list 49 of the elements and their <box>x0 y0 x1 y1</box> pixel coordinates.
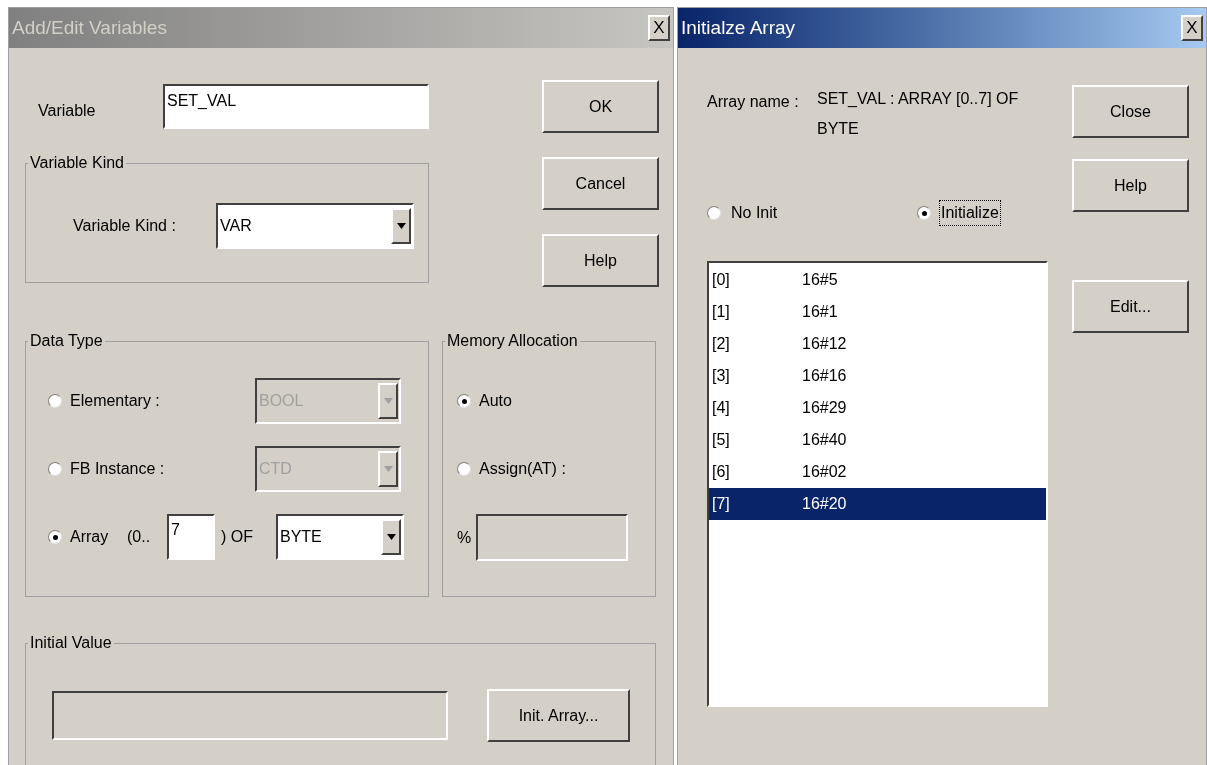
list-item[interactable]: [6] 16#02 <box>709 456 1046 488</box>
radio-label: No Init <box>730 203 779 223</box>
array-name-value: SET_VAL : ARRAY [0..7] OF BYTE <box>817 89 1020 139</box>
group-title: Data Type <box>29 331 104 351</box>
list-item[interactable]: [7] 16#20 <box>709 488 1046 520</box>
radio-label: FB Instance : <box>70 459 166 479</box>
dialog-button[interactable]: OK <box>542 80 659 133</box>
radio-label: Assign(AT) : <box>479 459 566 479</box>
dropdown[interactable]: BYTE <box>276 514 404 560</box>
title-bar-x-button[interactable]: X <box>648 15 670 41</box>
radio-button[interactable] <box>917 206 931 220</box>
radio-button[interactable] <box>48 530 62 544</box>
title-bar-x-button[interactable]: X <box>1181 15 1203 41</box>
radio-label: Auto <box>479 391 512 411</box>
list-item[interactable]: [0] 16#5 <box>709 264 1046 296</box>
array-name-label: Array name : <box>707 92 800 112</box>
input-field[interactable]: SET_VAL <box>163 84 429 129</box>
radio-label: Initialize <box>939 200 1001 226</box>
radio-button[interactable] <box>457 394 471 408</box>
list-item[interactable]: [2] 16#12 <box>709 328 1046 360</box>
percent-label: % <box>457 527 473 548</box>
radio-label: Array <box>70 527 110 547</box>
group-title: Initial Value <box>29 633 113 653</box>
dialog-button[interactable]: Cancel <box>542 157 659 210</box>
dialog-button[interactable]: Help <box>1072 159 1189 212</box>
list-item[interactable]: [3] 16#16 <box>709 360 1046 392</box>
array-list[interactable]: [0] 16#5 [1] 16#1 [2] 16#12 [3] 16#16 [4] 16#29 [5] 16#40 [6] 16#02 [7] 16#20 <box>707 261 1048 707</box>
range-start-label: (0.. <box>127 527 152 547</box>
address-field[interactable] <box>476 514 628 561</box>
dialog-button[interactable]: Close <box>1072 85 1189 138</box>
dialog-button[interactable]: Help <box>542 234 659 287</box>
field-label: Variable Kind : <box>72 216 177 236</box>
window-title: Add/Edit Variables <box>12 15 167 40</box>
field-label: Variable <box>37 100 97 121</box>
init-array-button[interactable]: Init. Array... <box>487 689 630 742</box>
dropdown[interactable]: VAR <box>216 203 414 249</box>
initial-value-field[interactable] <box>52 691 448 740</box>
list-item[interactable]: [1] 16#1 <box>709 296 1046 328</box>
upper-bound-field[interactable]: 7 <box>167 514 215 560</box>
radio-label: Elementary : <box>70 391 161 411</box>
radio-button[interactable] <box>707 206 721 220</box>
group-title: Variable Kind <box>29 153 125 173</box>
window-title: Initialze Array <box>681 15 796 40</box>
group-title: Memory Allocation <box>446 331 579 351</box>
dialog-button[interactable]: Edit... <box>1072 280 1189 333</box>
radio-button[interactable] <box>457 462 471 476</box>
range-end-label: ) OF <box>221 527 254 547</box>
list-item[interactable]: [4] 16#29 <box>709 392 1046 424</box>
list-item[interactable]: [5] 16#40 <box>709 424 1046 456</box>
